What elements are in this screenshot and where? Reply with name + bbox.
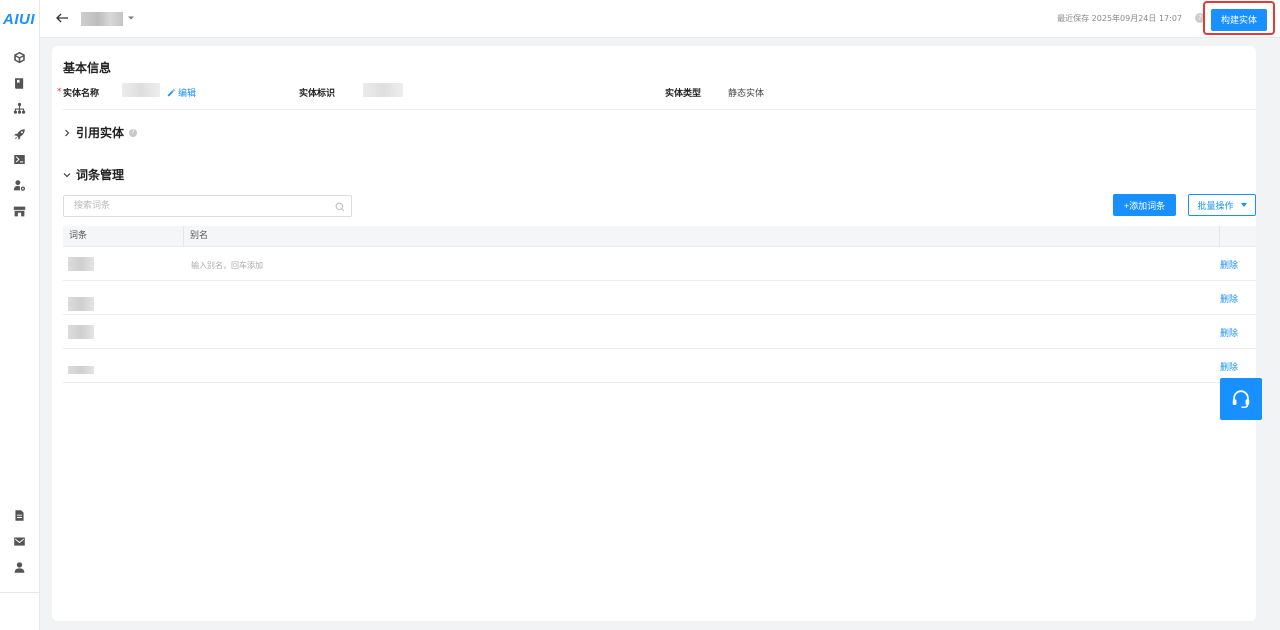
pencil-icon: [167, 88, 175, 96]
term-search-input[interactable]: [64, 196, 351, 216]
column-separator: [1219, 226, 1220, 247]
alias-input[interactable]: [191, 258, 591, 272]
term-value-redacted: [68, 297, 94, 311]
search-icon[interactable]: [335, 202, 345, 212]
table-row: 删除: [63, 281, 1256, 315]
delete-link[interactable]: 删除: [1220, 326, 1238, 339]
add-term-button[interactable]: +添加词条: [1113, 194, 1176, 216]
edit-name-label: 编辑: [178, 89, 197, 99]
entity-name-label: 实体名称: [63, 89, 100, 99]
column-header-term: 词条: [69, 231, 88, 241]
entity-id-label: 实体标识: [299, 89, 336, 99]
terms-title: 词条管理: [76, 168, 125, 182]
ref-entity-title: 引用实体: [76, 126, 125, 140]
aiui-logo[interactable]: AIUI: [3, 11, 37, 29]
entity-name-value-redacted: [122, 83, 160, 97]
info-icon[interactable]: ?: [129, 128, 138, 137]
basic-info-title: 基本信息: [63, 61, 112, 75]
sidebar: AIUI: [0, 0, 40, 630]
entity-type-label: 实体类型: [665, 89, 702, 99]
table-header: 词条 别名: [63, 226, 1256, 247]
chevron-down-icon: [63, 172, 71, 177]
mail-icon[interactable]: [12, 534, 27, 549]
section-divider: [63, 109, 1256, 110]
term-search-box[interactable]: [63, 195, 352, 217]
batch-operation-label: 批量操作: [1197, 200, 1234, 211]
cube-icon[interactable]: [12, 50, 27, 65]
required-mark: *: [57, 87, 62, 97]
back-arrow-icon[interactable]: [55, 11, 69, 25]
table-row: 删除: [63, 247, 1256, 281]
terms-header[interactable]: 词条管理: [63, 166, 124, 183]
term-value-redacted: [68, 325, 94, 339]
user-settings-icon[interactable]: [12, 178, 27, 193]
entity-id-value-redacted: [363, 83, 403, 97]
edit-name-link[interactable]: 编辑: [167, 86, 196, 99]
term-value-redacted: [68, 366, 94, 374]
book-icon[interactable]: [12, 76, 27, 91]
batch-operation-button[interactable]: 批量操作: [1188, 194, 1256, 216]
entity-editor-card: 基本信息 * 实体名称 编辑 实体标识 实体类型 静态实体 引用实体 ? 词条管…: [52, 46, 1256, 621]
last-saved-time: 最近保存 2025年09月24日 17:07: [1057, 14, 1182, 23]
caret-down-icon: [1240, 203, 1247, 207]
ref-entity-header[interactable]: 引用实体 ?: [63, 124, 138, 141]
topbar: 最近保存 2025年09月24日 17:07 ? 构建实体: [40, 0, 1280, 38]
table-row: 删除: [63, 349, 1256, 383]
term-value-redacted: [68, 257, 94, 271]
table-row: 删除: [63, 315, 1256, 349]
delete-link[interactable]: 删除: [1220, 292, 1238, 305]
user-icon[interactable]: [12, 560, 27, 575]
build-entity-button[interactable]: 构建实体: [1211, 9, 1267, 31]
terms-table: 词条 别名 删除 删除 删除 删除: [63, 226, 1256, 383]
delete-link[interactable]: 删除: [1220, 360, 1238, 373]
entity-name-redacted: [81, 12, 123, 26]
build-button-highlight: 构建实体: [1203, 1, 1275, 35]
column-header-alias: 别名: [190, 231, 209, 241]
store-icon[interactable]: [12, 204, 27, 219]
rocket-icon[interactable]: [12, 127, 27, 142]
entity-type-value: 静态实体: [728, 89, 765, 99]
document-icon[interactable]: [12, 508, 27, 523]
customer-support-button[interactable]: [1220, 378, 1262, 420]
terminal-icon[interactable]: [12, 152, 27, 167]
delete-link[interactable]: 删除: [1220, 258, 1238, 271]
sidebar-divider: [0, 592, 40, 593]
headset-icon: [1232, 390, 1250, 408]
chevron-right-icon: [65, 129, 70, 136]
caret-down-icon[interactable]: [127, 13, 135, 23]
network-icon[interactable]: [12, 101, 27, 116]
